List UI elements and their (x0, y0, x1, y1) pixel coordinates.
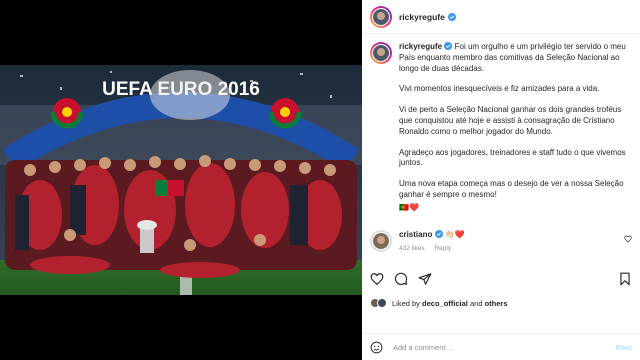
post-button[interactable]: Post (616, 343, 632, 352)
verified-badge-icon (447, 12, 456, 21)
commenter-avatar[interactable] (370, 229, 392, 252)
portugal-crest-left (50, 95, 84, 129)
liked-by-user[interactable]: deco_official (422, 299, 468, 308)
comments-area[interactable]: rickyregufe Foi um orgulho e um privilég… (362, 34, 640, 258)
comment-item: cristiano 👏🏻❤️ 432 likes Reply (370, 229, 632, 254)
caption-paragraph: Agradeço aos jogadores, treinadores e st… (399, 147, 626, 168)
liked-by-prefix: Liked by (392, 298, 420, 308)
caption-paragraph: Vi de perto a Seleção Nacional ganhar os… (399, 105, 622, 136)
liked-by: Liked by deco_official and others (370, 298, 508, 308)
post-modal: UEFA EURO 2016 (0, 0, 640, 360)
post-header: rickyregufe (362, 0, 640, 34)
comment-body: cristiano 👏🏻❤️ 432 likes Reply (399, 229, 624, 254)
liked-by-and: and (469, 298, 483, 308)
comment-reply-button[interactable]: Reply (434, 245, 451, 252)
caption-avatar[interactable] (370, 42, 392, 64)
comment-like-icon[interactable] (624, 235, 632, 243)
action-bar (370, 272, 632, 286)
trophy-icon (137, 220, 157, 253)
caption-username[interactable]: rickyregufe (399, 42, 442, 51)
caption-paragraph: Vivi momentos inesquecíveis e fiz amizad… (399, 84, 600, 94)
author-username[interactable]: rickyregufe (399, 12, 445, 22)
bookmark-icon[interactable] (618, 272, 632, 286)
comment-input[interactable] (393, 342, 616, 352)
celebration-photo: UEFA EURO 2016 (0, 65, 362, 295)
caption-emoji: 🇵🇹❤️ (399, 202, 419, 212)
heart-icon[interactable] (370, 272, 384, 286)
caption: rickyregufe Foi um orgulho e um privilég… (370, 42, 632, 224)
team-group (5, 155, 357, 278)
post-photo[interactable]: UEFA EURO 2016 (0, 65, 362, 295)
caption-text: rickyregufe Foi um orgulho e um privilég… (399, 42, 632, 224)
verified-badge-icon (444, 42, 453, 50)
verified-badge-icon (434, 229, 443, 238)
liked-by-others[interactable]: others (485, 299, 508, 308)
comment-meta: 432 likes Reply (399, 244, 624, 254)
liked-by-avatars[interactable] (370, 298, 387, 308)
comment-username[interactable]: cristiano (399, 230, 432, 239)
add-comment-bar: Post (362, 333, 640, 360)
portugal-crest-right (268, 95, 302, 129)
share-icon[interactable] (418, 272, 432, 286)
post-sidebar: rickyregufe rickyregufe Foi um orgulho e (362, 0, 640, 360)
author-avatar[interactable] (370, 5, 392, 28)
post-media: UEFA EURO 2016 (0, 0, 362, 360)
caption-paragraph: Uma nova etapa começa mas o desejo de ve… (399, 179, 624, 199)
comment-icon[interactable] (394, 272, 408, 286)
comment-likes[interactable]: 432 likes (399, 245, 425, 252)
comment-text: 👏🏻❤️ (444, 229, 465, 239)
emoji-icon[interactable] (370, 341, 383, 354)
